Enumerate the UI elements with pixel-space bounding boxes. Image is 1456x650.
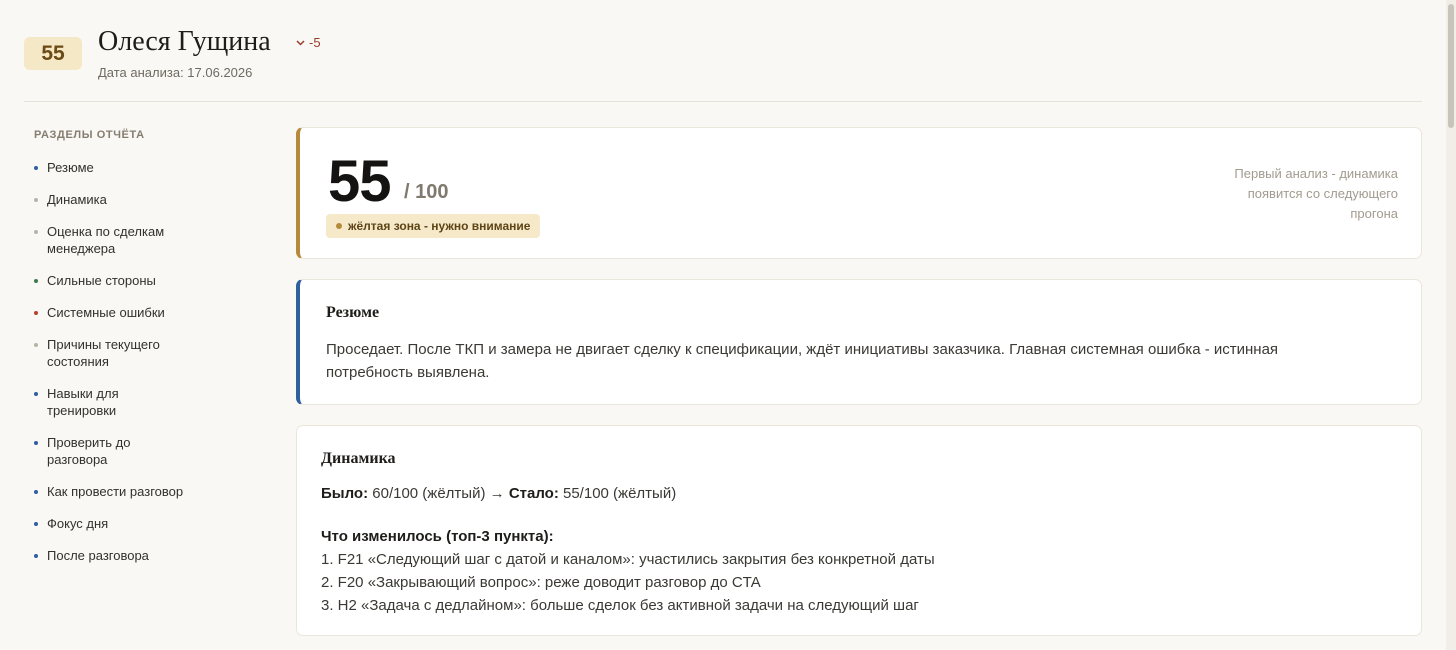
sidebar-item[interactable]: После разговора: [34, 547, 184, 564]
zone-dot-icon: [336, 223, 342, 229]
bullet-icon: [34, 522, 38, 526]
resume-card: Резюме Проседает. После ТКП и замера не …: [296, 279, 1422, 405]
sidebar-item-label: Навыки для тренировки: [47, 386, 119, 418]
resume-title: Резюме: [326, 304, 380, 321]
score-trend: -5: [296, 35, 321, 50]
dynamics-card: Динамика Было: 60/100 (жёлтый) → Стало: …: [296, 425, 1422, 636]
scrollbar-thumb[interactable]: [1448, 4, 1454, 128]
sidebar-title: РАЗДЕЛЫ ОТЧЁТА: [34, 129, 145, 141]
page-scrollbar[interactable]: [1446, 0, 1456, 650]
chevron-down-icon: [296, 39, 305, 46]
sidebar-item-label: После разговора: [47, 548, 149, 563]
sidebar-item-label: Проверить до разговора: [47, 435, 131, 467]
zone-label: жёлтая зона - нужно внимание: [348, 219, 531, 233]
report-header: 55 Олеся Гущина -5 Дата анализа: 17.06.2…: [24, 24, 1422, 102]
sidebar-item[interactable]: Навыки для тренировки: [34, 385, 184, 419]
change-item: 1. F21 «Следующий шаг с датой и каналом»…: [321, 551, 935, 568]
bullet-icon: [34, 441, 38, 445]
score-change-line: Было: 60/100 (жёлтый) → Стало: 55/100 (ж…: [321, 485, 676, 502]
sidebar-item-label: Сильные стороны: [47, 273, 156, 288]
sidebar-item[interactable]: Сильные стороны: [34, 272, 184, 289]
bullet-icon: [34, 392, 38, 396]
sidebar-item[interactable]: Причины текущего состояния: [34, 336, 184, 370]
sidebar-item[interactable]: Как провести разговор: [34, 483, 184, 500]
was-value: 60/100 (жёлтый): [372, 485, 486, 502]
sidebar-item[interactable]: Проверить до разговора: [34, 434, 184, 468]
total-score: 55: [328, 149, 392, 214]
sidebar-item-label: Динамика: [47, 192, 107, 207]
bullet-icon: [34, 198, 38, 202]
sidebar-item[interactable]: Динамика: [34, 191, 184, 208]
bullet-icon: [34, 490, 38, 494]
score-max: / 100: [404, 181, 449, 203]
sidebar-item[interactable]: Оценка по сделкам менеджера: [34, 223, 184, 257]
sidebar-item-label: Резюме: [47, 160, 94, 175]
was-label: Было:: [321, 485, 369, 502]
sidebar-item-label: Оценка по сделкам менеджера: [47, 224, 165, 256]
bullet-icon: [34, 230, 38, 234]
bullet-icon: [34, 343, 38, 347]
score-badge: 55: [24, 37, 82, 70]
zone-badge: жёлтая зона - нужно внимание: [326, 214, 541, 238]
sidebar-item-label: Как провести разговор: [47, 484, 184, 499]
dynamics-title: Динамика: [321, 450, 396, 467]
sidebar-item-label: Системные ошибки: [47, 305, 165, 320]
sidebar-item-label: Фокус дня: [47, 516, 109, 531]
report-sections-nav: РАЗДЕЛЫ ОТЧЁТА Резюме Динамика Оценка по с…: [34, 129, 234, 579]
change-item: 3. H2 «Задача с дедлайном»: больше сдело…: [321, 597, 919, 614]
score-card: 55 / 100 жёлтая зона - нужно внимание Пе…: [296, 127, 1422, 259]
arrow-right-icon: →: [489, 485, 505, 502]
sidebar-item[interactable]: Системные ошибки: [34, 304, 184, 321]
sidebar-item[interactable]: Резюме: [34, 159, 184, 176]
resume-text: Проседает. После ТКП и замера не двигает…: [326, 341, 1279, 381]
now-value: 55/100 (жёлтый): [563, 485, 677, 502]
manager-name: Олеся Гущина: [98, 26, 271, 57]
now-label: Стало:: [508, 485, 559, 502]
analysis-date: Дата анализа: 17.06.2026: [98, 65, 253, 80]
dynamics-note: Первый анализ - динамика появится со сле…: [1234, 166, 1398, 221]
bullet-icon: [34, 311, 38, 315]
changes-title: Что изменилось (топ-3 пункта):: [321, 528, 554, 545]
sidebar-item-label: Причины текущего состояния: [47, 337, 160, 369]
bullet-icon: [34, 279, 38, 283]
bullet-icon: [34, 166, 38, 170]
bullet-icon: [34, 554, 38, 558]
sidebar-item[interactable]: Фокус дня: [34, 515, 184, 532]
change-item: 2. F20 «Закрывающий вопрос»: реже доводи…: [321, 574, 761, 591]
changes-list: Что изменилось (топ-3 пункта): 1. F21 «С…: [321, 525, 935, 617]
trend-delta: -5: [309, 35, 321, 50]
